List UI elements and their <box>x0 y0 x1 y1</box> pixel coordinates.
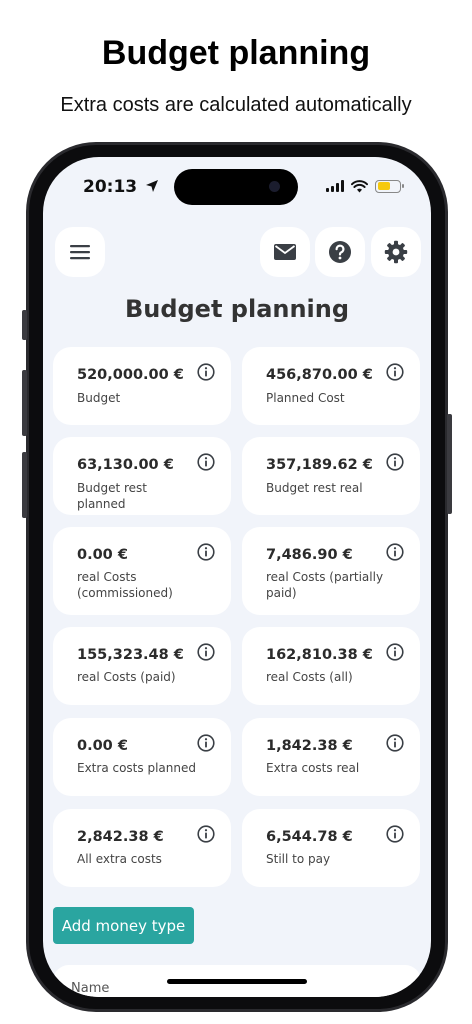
card-label: real Costs (all) <box>266 670 353 684</box>
card-value: 155,323.48 € <box>77 647 184 663</box>
promo-title: Budget planning <box>101 34 371 72</box>
info-icon[interactable] <box>386 453 404 471</box>
info-icon[interactable] <box>197 453 215 471</box>
summary-card: 0.00 € real Costs (commissioned) <box>53 527 231 615</box>
card-label: Extra costs real <box>266 761 360 775</box>
card-label: real Costs (partially paid) <box>266 570 384 600</box>
info-icon[interactable] <box>197 643 215 661</box>
menu-icon <box>70 245 90 260</box>
phone-volume-down-button <box>22 452 27 518</box>
card-value: 456,870.00 € <box>266 367 373 383</box>
status-time: 20:13 <box>83 177 159 197</box>
card-label: Budget rest real <box>266 481 363 495</box>
phone-power-button <box>447 414 452 514</box>
card-value: 520,000.00 € <box>77 367 184 383</box>
camera-icon <box>269 181 280 192</box>
card-value: 7,486.90 € <box>266 547 353 563</box>
card-label: All extra costs <box>77 852 162 866</box>
settings-icon <box>384 240 408 264</box>
card-label: real Costs (commissioned) <box>77 570 173 600</box>
card-label: Planned Cost <box>266 391 345 405</box>
menu-button[interactable] <box>55 227 105 277</box>
info-icon[interactable] <box>197 543 215 561</box>
summary-card: 2,842.38 € All extra costs <box>53 809 231 887</box>
location-arrow-icon <box>146 180 159 192</box>
card-label: Budget <box>77 391 121 405</box>
info-icon[interactable] <box>386 734 404 752</box>
summary-card: 1,842.38 € Extra costs real <box>242 718 420 796</box>
card-value: 0.00 € <box>77 738 128 754</box>
phone-action-button <box>22 310 27 340</box>
cellular-signal-icon <box>326 180 344 192</box>
settings-button[interactable] <box>371 227 421 277</box>
mail-icon <box>274 244 296 260</box>
summary-card: 7,486.90 € real Costs (partially paid) <box>242 527 420 615</box>
phone-volume-up-button <box>22 370 27 436</box>
info-icon[interactable] <box>197 363 215 381</box>
card-label: real Costs (paid) <box>77 670 176 684</box>
card-value: 162,810.38 € <box>266 647 373 663</box>
card-value: 6,544.78 € <box>266 829 353 845</box>
card-label: Budget rest planned <box>77 481 147 511</box>
status-icons <box>326 179 404 193</box>
app-screen: 20:13 Budget planning 520,000.00 € Budge… <box>43 157 431 997</box>
battery-icon <box>375 179 404 193</box>
info-icon[interactable] <box>197 734 215 752</box>
card-label: Extra costs planned <box>77 761 196 775</box>
info-icon[interactable] <box>386 825 404 843</box>
add-money-type-button[interactable]: Add money type <box>53 907 194 944</box>
summary-card: 63,130.00 € Budget rest planned <box>53 437 231 515</box>
dynamic-island <box>174 169 298 205</box>
card-value: 63,130.00 € <box>77 457 174 473</box>
summary-card: 357,189.62 € Budget rest real <box>242 437 420 515</box>
info-icon[interactable] <box>386 363 404 381</box>
card-value: 1,842.38 € <box>266 738 353 754</box>
mail-button[interactable] <box>260 227 310 277</box>
info-icon[interactable] <box>197 825 215 843</box>
summary-card: 6,544.78 € Still to pay <box>242 809 420 887</box>
summary-card: 520,000.00 € Budget <box>53 347 231 425</box>
status-time-text: 20:13 <box>83 177 138 197</box>
phone-frame: 20:13 Budget planning 520,000.00 € Budge… <box>22 142 452 1012</box>
card-value: 357,189.62 € <box>266 457 373 473</box>
info-icon[interactable] <box>386 543 404 561</box>
summary-card: 155,323.48 € real Costs (paid) <box>53 627 231 705</box>
summary-card: 0.00 € Extra costs planned <box>53 718 231 796</box>
card-value: 2,842.38 € <box>77 829 164 845</box>
home-indicator[interactable] <box>167 979 307 984</box>
table-header-name: Name <box>71 981 110 996</box>
battery-level <box>377 182 391 190</box>
summary-card: 162,810.38 € real Costs (all) <box>242 627 420 705</box>
card-label: Still to pay <box>266 852 331 866</box>
help-icon <box>329 241 351 263</box>
summary-card: 456,870.00 € Planned Cost <box>242 347 420 425</box>
wifi-icon <box>351 179 368 192</box>
page-title: Budget planning <box>124 295 350 323</box>
card-value: 0.00 € <box>77 547 128 563</box>
help-button[interactable] <box>315 227 365 277</box>
promo-subtitle: Extra costs are calculated automatically <box>60 94 412 116</box>
info-icon[interactable] <box>386 643 404 661</box>
